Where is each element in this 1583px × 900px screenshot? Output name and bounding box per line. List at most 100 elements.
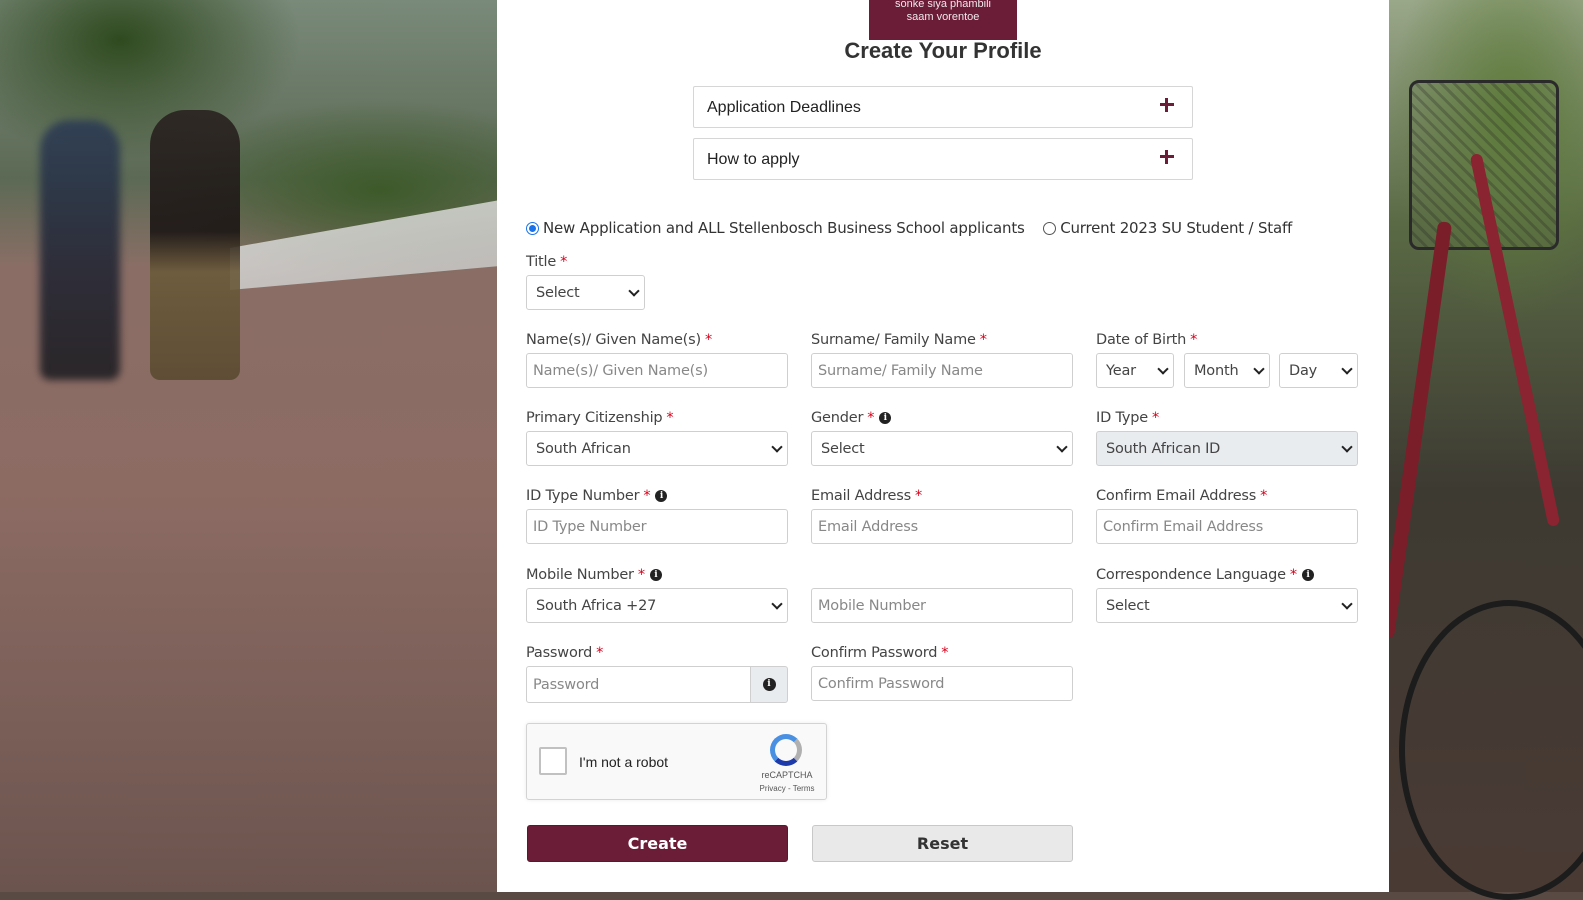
- dob-year-select[interactable]: Year: [1096, 353, 1174, 388]
- create-button[interactable]: Create: [527, 825, 788, 862]
- password-info-button[interactable]: i: [750, 666, 788, 703]
- chevron-down-icon: [1157, 363, 1169, 375]
- required-marker: *: [941, 645, 949, 661]
- bridge-railing: [230, 200, 500, 290]
- chevron-down-icon: [1056, 441, 1068, 453]
- accordion-application-deadlines[interactable]: Application Deadlines: [693, 86, 1193, 128]
- dob-label: Date of Birth *: [1096, 332, 1197, 348]
- application-type-radio-group: New Application and ALL Stellenbosch Bus…: [526, 219, 1306, 239]
- id-type-select[interactable]: South African ID: [1096, 431, 1358, 466]
- select-value: Year: [1106, 362, 1136, 379]
- id-number-label: ID Type Number * i: [526, 488, 668, 504]
- confirm-password-input[interactable]: Confirm Password: [811, 666, 1073, 701]
- dob-month-select[interactable]: Month: [1184, 353, 1270, 388]
- plus-icon[interactable]: [1158, 148, 1176, 166]
- input-placeholder: Email Address: [818, 518, 918, 535]
- info-icon[interactable]: i: [1301, 569, 1314, 581]
- title-select[interactable]: Select: [526, 275, 645, 310]
- required-marker: *: [637, 567, 645, 583]
- radio-option-current-student[interactable]: Current 2023 SU Student / Staff: [1043, 219, 1292, 237]
- profile-form-panel: sonke siya phambili saam vorentoe Create…: [497, 0, 1389, 892]
- label-text: Correspondence Language: [1096, 567, 1286, 583]
- walking-person-figure: [150, 110, 240, 380]
- surname-input[interactable]: Surname/ Family Name: [811, 353, 1073, 388]
- walking-person-figure: [40, 120, 120, 380]
- surname-label: Surname/ Family Name *: [811, 332, 987, 348]
- input-placeholder: Name(s)/ Given Name(s): [533, 362, 708, 379]
- email-input[interactable]: Email Address: [811, 509, 1073, 544]
- given-name-label: Name(s)/ Given Name(s) *: [526, 332, 712, 348]
- select-value: South Africa +27: [536, 597, 657, 614]
- select-value: Day: [1289, 362, 1318, 379]
- mobile-label: Mobile Number * i: [526, 567, 662, 583]
- logo-motto-line2: saam vorentoe: [906, 11, 980, 23]
- input-placeholder: Mobile Number: [818, 597, 926, 614]
- required-marker: *: [643, 488, 651, 504]
- dob-day-select[interactable]: Day: [1279, 353, 1358, 388]
- select-value: South African ID: [1106, 440, 1221, 457]
- page-title: Create Your Profile: [844, 38, 1042, 63]
- info-icon[interactable]: i: [649, 569, 662, 581]
- required-marker: *: [867, 410, 875, 426]
- required-marker: *: [1151, 410, 1160, 426]
- recaptcha-logo-icon: [770, 734, 802, 766]
- label-text: Date of Birth: [1096, 332, 1187, 348]
- title-label: Title *: [526, 254, 567, 270]
- chevron-down-icon: [771, 598, 783, 610]
- plus-icon[interactable]: [1158, 96, 1176, 114]
- recaptcha-checkbox[interactable]: [539, 747, 567, 775]
- mobile-number-input[interactable]: Mobile Number: [811, 588, 1073, 623]
- id-type-label: ID Type *: [1096, 410, 1159, 426]
- label-text: Email Address: [811, 488, 911, 504]
- required-marker: *: [1260, 488, 1268, 504]
- chevron-down-icon: [1341, 598, 1353, 610]
- recaptcha-widget: I'm not a robot reCAPTCHA Privacy - Term…: [526, 723, 827, 800]
- gender-select[interactable]: Select: [811, 431, 1073, 466]
- required-marker: *: [704, 332, 713, 348]
- chevron-down-icon: [1253, 363, 1265, 375]
- required-marker: *: [666, 410, 674, 426]
- given-name-input[interactable]: Name(s)/ Given Name(s): [526, 353, 788, 388]
- logo-motto-line1: sonke siya phambili: [895, 0, 991, 10]
- label-text: ID Type: [1096, 410, 1148, 426]
- university-logo: sonke siya phambili saam vorentoe: [869, 0, 1017, 40]
- password-input[interactable]: Password: [526, 666, 751, 703]
- required-marker: *: [560, 254, 568, 270]
- citizenship-select[interactable]: South African: [526, 431, 788, 466]
- radio-button[interactable]: [526, 221, 539, 235]
- required-marker: *: [914, 488, 923, 504]
- language-label: Correspondence Language * i: [1096, 567, 1314, 583]
- input-placeholder: Surname/ Family Name: [818, 362, 983, 379]
- label-text: Title: [526, 254, 557, 270]
- label-text: Confirm Password: [811, 645, 938, 661]
- bicycle-frame: [1379, 221, 1453, 639]
- accordion-label: Application Deadlines: [707, 99, 861, 116]
- confirm-password-label: Confirm Password *: [811, 645, 949, 661]
- radio-label: New Application and ALL Stellenbosch Bus…: [543, 219, 1025, 237]
- mobile-country-select[interactable]: South Africa +27: [526, 588, 788, 623]
- select-value: Select: [821, 440, 865, 457]
- info-icon[interactable]: i: [655, 490, 668, 502]
- input-placeholder: ID Type Number: [533, 518, 647, 535]
- language-select[interactable]: Select: [1096, 588, 1358, 623]
- select-value: South African: [536, 440, 631, 457]
- recaptcha-label: I'm not a robot: [579, 754, 669, 770]
- radio-label: Current 2023 SU Student / Staff: [1060, 219, 1293, 237]
- required-marker: *: [979, 332, 987, 348]
- input-placeholder: Password: [533, 676, 600, 693]
- radio-option-new-application[interactable]: New Application and ALL Stellenbosch Bus…: [526, 219, 1025, 237]
- chevron-down-icon: [771, 441, 783, 453]
- radio-button[interactable]: [1043, 221, 1057, 235]
- recaptcha-terms-link[interactable]: Privacy - Terms: [753, 784, 821, 793]
- background-photo-left: [0, 0, 500, 892]
- required-marker: *: [596, 645, 604, 661]
- input-placeholder: Confirm Email Address: [1103, 518, 1264, 535]
- reset-button[interactable]: Reset: [812, 825, 1073, 862]
- confirm-email-input[interactable]: Confirm Email Address: [1096, 509, 1358, 544]
- info-icon[interactable]: i: [879, 412, 892, 424]
- accordion-how-to-apply[interactable]: How to apply: [693, 138, 1193, 180]
- input-placeholder: Confirm Password: [818, 675, 945, 692]
- id-number-input[interactable]: ID Type Number: [526, 509, 788, 544]
- accordion-label: How to apply: [707, 151, 800, 168]
- label-text: Surname/ Family Name: [811, 332, 976, 348]
